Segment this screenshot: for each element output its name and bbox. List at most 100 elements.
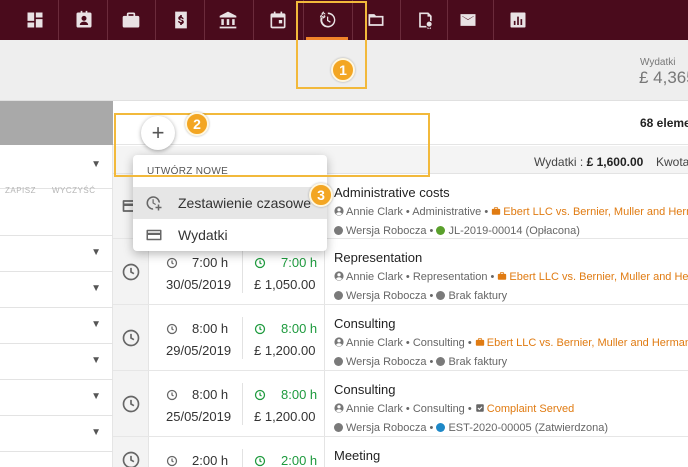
filter-select[interactable]: ▼ (0, 380, 113, 416)
row-status: Wersja Robocza • Brak faktury (334, 356, 507, 368)
filter-select[interactable]: ▼ (0, 344, 113, 380)
invoice-status-dot (436, 423, 446, 432)
row-date: 30/05/2019 (166, 277, 232, 292)
chevron-down-icon: ▼ (91, 247, 101, 258)
invoice-status-dot (436, 291, 446, 300)
menu-item-timesheet[interactable]: Zestawienie czasowe (133, 187, 327, 219)
filter-row[interactable] (0, 199, 113, 236)
row-amount: £ 1,200.00 (254, 409, 316, 424)
row-meta: Annie Clark • Administrative • Ebert LLC… (334, 206, 688, 218)
filter-panel-header (0, 101, 113, 145)
expenses-sum-label: Wydatki : (534, 155, 584, 169)
filter-select[interactable]: ▼ (0, 416, 113, 452)
row-invoice: Brak faktury (448, 290, 508, 302)
row-matter-link[interactable]: Ebert LLC vs. Bernier, Muller and Herman… (487, 337, 688, 349)
row-amount: £ 1,050.00 (254, 277, 316, 292)
amount-column-header[interactable]: Kwota (656, 155, 688, 169)
summary-value: £ 4,365 (639, 68, 688, 87)
summary-label: Wydatki (640, 57, 676, 68)
row-meta: Annie Clark • Consulting • Complaint Ser… (334, 403, 574, 415)
certificate-icon[interactable] (402, 0, 448, 40)
clear-button[interactable]: WYCZYŚĆ (52, 186, 96, 195)
status-dot (334, 226, 343, 235)
briefcase-icon (492, 207, 501, 215)
filter-select[interactable]: ▼ (0, 272, 113, 308)
row-invoice[interactable]: EST-2020-00005 (Zatwierdzona) (448, 422, 608, 434)
clock-icon (122, 263, 139, 280)
row-description: Administrative costs Annie Clark • Admin… (324, 174, 688, 238)
dashboard-icon[interactable] (12, 0, 58, 40)
filter-select[interactable]: ▼ (0, 236, 113, 272)
menu-item-label: Wydatki (178, 227, 228, 243)
step-badge-1: 1 (331, 58, 355, 82)
menu-item-expense[interactable]: Wydatki (133, 219, 327, 251)
item-count: 68 eleme (640, 116, 688, 130)
row-billable-hours: 2:00 h (281, 453, 318, 467)
chevron-down-icon: ▼ (91, 283, 101, 294)
table-row[interactable]: 8:00 h 8:00 h 25/05/2019 £ 1,200.00 Cons… (113, 371, 688, 437)
clock-icon (166, 323, 178, 335)
save-button[interactable]: ZAPISZ (5, 186, 36, 195)
briefcase-icon[interactable] (108, 0, 154, 40)
row-matter-link[interactable]: Complaint Served (487, 403, 574, 415)
row-type-cell (113, 371, 149, 436)
row-description: Representation Annie Clark • Representat… (324, 239, 688, 304)
briefcase-icon (475, 338, 484, 346)
row-title: Consulting (334, 316, 396, 331)
status-dot (334, 357, 343, 366)
row-status-label: Wersja Robocza (346, 290, 427, 302)
row-hours: 8:00 h 8:00 h 25/05/2019 £ 1,200.00 (150, 371, 324, 436)
status-dot (334, 423, 343, 432)
row-description: Consulting Annie Clark • Consulting • Eb… (324, 305, 688, 370)
row-status-label: Wersja Robocza (346, 225, 427, 237)
row-invoice: Brak faktury (448, 356, 508, 368)
row-hours: 8:00 h 8:00 h 29/05/2019 £ 1,200.00 (150, 305, 324, 370)
status-dot (334, 291, 343, 300)
table-row[interactable]: 2:00 h 2:00 h Meeting (113, 437, 688, 467)
contacts-icon[interactable] (61, 0, 107, 40)
row-invoice[interactable]: JL-2019-00014 (Opłacona) (448, 225, 579, 237)
chevron-down-icon: ▼ (91, 159, 101, 170)
row-title: Administrative costs (334, 185, 450, 200)
filter-select[interactable]: ▼ (0, 145, 113, 189)
billable-time-icon (254, 455, 266, 467)
billable-time-icon (254, 389, 266, 401)
user-icon (334, 271, 344, 281)
row-description: Consulting Annie Clark • Consulting • Co… (324, 371, 688, 436)
user-icon (334, 206, 344, 216)
bank-icon[interactable] (205, 0, 251, 40)
row-type-cell (113, 437, 149, 467)
row-billable-hours: 7:00 h (281, 255, 318, 270)
invoice-icon[interactable] (158, 0, 204, 40)
row-date: 25/05/2019 (166, 409, 232, 424)
row-category: Consulting (412, 403, 465, 415)
chevron-down-icon: ▼ (91, 391, 101, 402)
menu-item-label: Zestawienie czasowe (178, 195, 312, 211)
briefcase-icon (498, 272, 507, 280)
table-row[interactable]: 8:00 h 8:00 h 29/05/2019 £ 1,200.00 Cons… (113, 305, 688, 371)
highlight-box-2 (114, 113, 430, 177)
row-matter-link[interactable]: Ebert LLC vs. Bernier, Muller and Herman… (509, 271, 688, 283)
clock-icon (122, 451, 139, 467)
row-user: Annie Clark (346, 337, 403, 349)
calendar-icon[interactable] (255, 0, 301, 40)
invoice-status-dot (436, 226, 446, 235)
checkbox-checked-icon (476, 404, 484, 412)
filter-panel: ▼ ZAPISZ WYCZYŚĆ ▼ ▼ ▼ ▼ ▼ ▼ (0, 101, 113, 467)
row-status-label: Wersja Robocza (346, 422, 427, 434)
step-badge-2: 2 (185, 112, 209, 136)
row-matter-link[interactable]: Ebert LLC vs. Bernier, Muller and Herman… (503, 206, 688, 218)
mail-icon[interactable] (445, 0, 491, 40)
chevron-down-icon: ▼ (91, 319, 101, 330)
user-icon (334, 337, 344, 347)
row-category: Representation (412, 271, 488, 283)
row-hours-value: 8:00 h (192, 387, 229, 402)
row-title: Consulting (334, 382, 396, 397)
billable-time-icon (254, 323, 266, 335)
row-date: 29/05/2019 (166, 343, 232, 358)
reports-icon[interactable] (495, 0, 541, 40)
row-title: Meeting (334, 448, 381, 463)
row-status: Wersja Robocza • EST-2020-00005 (Zatwier… (334, 422, 608, 434)
filter-select[interactable]: ▼ (0, 308, 113, 344)
row-hours: 2:00 h 2:00 h (150, 437, 324, 467)
